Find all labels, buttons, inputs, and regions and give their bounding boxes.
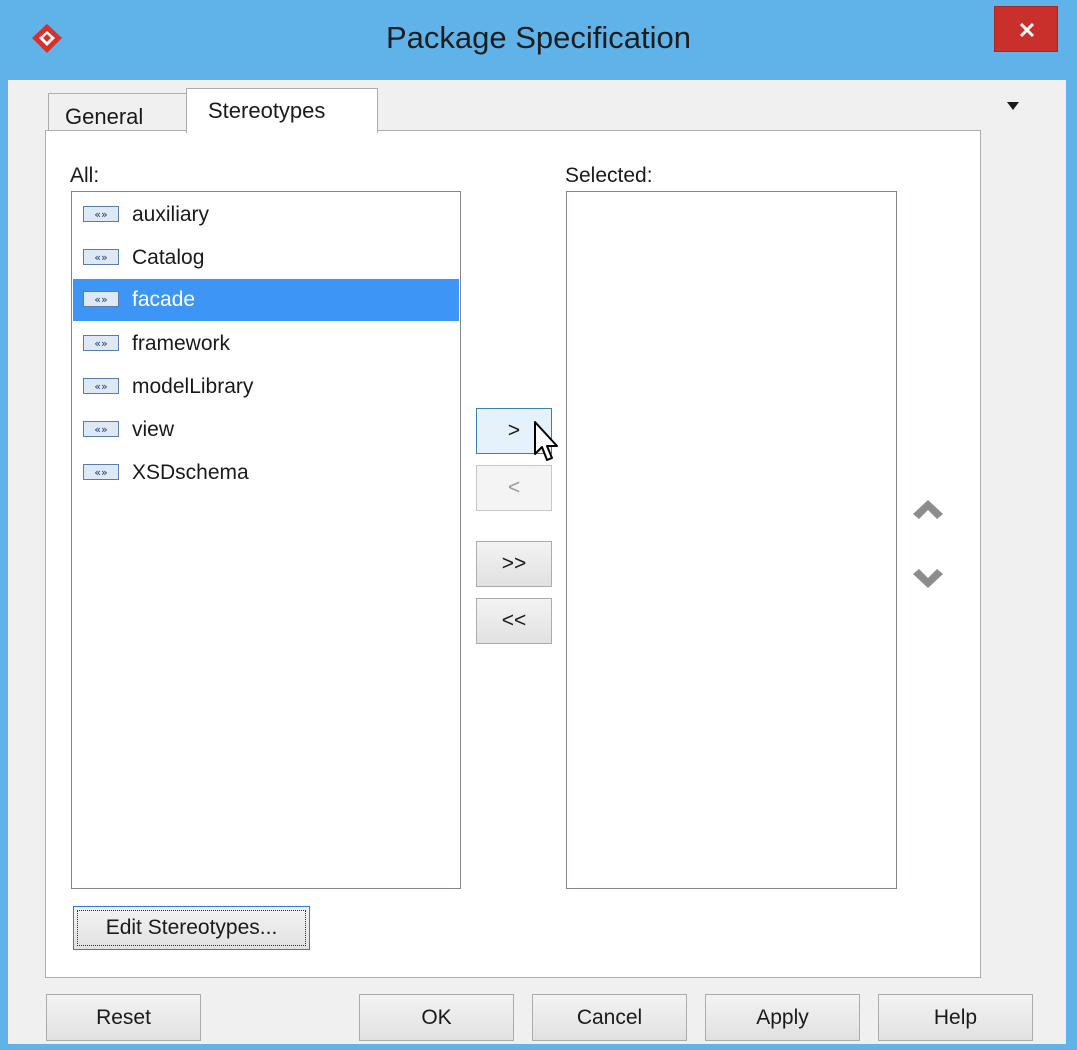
list-item-label: XSDschema <box>132 461 249 484</box>
close-icon <box>1019 22 1035 38</box>
list-item-catalog[interactable]: «» Catalog <box>73 237 459 279</box>
tab-stereotypes[interactable]: Stereotypes <box>186 88 378 133</box>
list-item-label: Catalog <box>132 246 205 269</box>
remove-all-button[interactable]: << <box>476 598 552 644</box>
edit-stereotypes-button[interactable]: Edit Stereotypes... <box>73 906 310 950</box>
list-item-facade[interactable]: «» facade <box>73 279 459 321</box>
reset-button[interactable]: Reset <box>46 994 201 1041</box>
remove-button[interactable]: < <box>476 465 552 511</box>
list-item-label: framework <box>132 332 231 355</box>
move-down-icon[interactable] <box>910 567 946 591</box>
stereotype-icon: «» <box>83 464 119 480</box>
mouse-cursor-icon <box>534 421 558 461</box>
move-up-icon[interactable] <box>910 497 946 521</box>
list-item-auxiliary[interactable]: «» auxiliary <box>73 194 459 236</box>
stereotype-icon: «» <box>83 378 119 394</box>
list-item-modellibrary[interactable]: «» modelLibrary <box>73 366 459 408</box>
tab-general-label: General <box>65 104 144 129</box>
all-label: All: <box>70 164 100 187</box>
cancel-button[interactable]: Cancel <box>532 994 687 1041</box>
selected-label: Selected: <box>565 164 653 187</box>
stereotype-icon: «» <box>83 206 119 222</box>
svg-text:«»: «» <box>94 251 107 264</box>
tab-stereotypes-label: Stereotypes <box>208 98 326 123</box>
tab-general[interactable]: General <box>48 93 188 131</box>
selected-stereotypes-list[interactable] <box>566 191 897 889</box>
dialog-body: General Stereotypes All: Selected: «» au… <box>8 80 1066 1044</box>
stereotype-icon: «» <box>83 335 119 351</box>
ok-button[interactable]: OK <box>359 994 514 1041</box>
svg-text:«»: «» <box>94 293 107 306</box>
list-item-framework[interactable]: «» framework <box>73 323 459 365</box>
stereotype-icon: «» <box>83 421 119 437</box>
tab-menu-dropdown-icon[interactable] <box>1002 98 1024 114</box>
add-all-button[interactable]: >> <box>476 541 552 587</box>
list-item-xsdschema[interactable]: «» XSDschema <box>73 452 459 494</box>
apply-button[interactable]: Apply <box>705 994 860 1041</box>
window-title: Package Specification <box>385 20 692 55</box>
svg-text:«»: «» <box>94 423 107 436</box>
all-stereotypes-list[interactable]: «» auxiliary «» Catalog «» facade «» fra… <box>71 191 461 889</box>
stereotypes-panel: All: Selected: «» auxiliary «» Catalog «… <box>45 130 981 978</box>
list-item-label: modelLibrary <box>132 375 254 398</box>
list-item-view[interactable]: «» view <box>73 409 459 451</box>
help-button[interactable]: Help <box>878 994 1033 1041</box>
list-item-label: view <box>132 418 175 441</box>
stereotype-icon: «» <box>83 291 119 307</box>
svg-text:«»: «» <box>94 208 107 221</box>
svg-text:«»: «» <box>94 380 107 393</box>
dialog-window: Package Specification General Stereotype… <box>0 0 1077 1050</box>
close-button[interactable] <box>994 6 1058 52</box>
list-item-label: auxiliary <box>132 203 210 226</box>
stereotype-icon: «» <box>83 249 119 265</box>
svg-text:«»: «» <box>94 466 107 479</box>
focus-ring <box>77 910 306 946</box>
title-bar[interactable]: Package Specification <box>0 0 1077 80</box>
list-item-label: facade <box>132 288 196 311</box>
svg-text:«»: «» <box>94 337 107 350</box>
